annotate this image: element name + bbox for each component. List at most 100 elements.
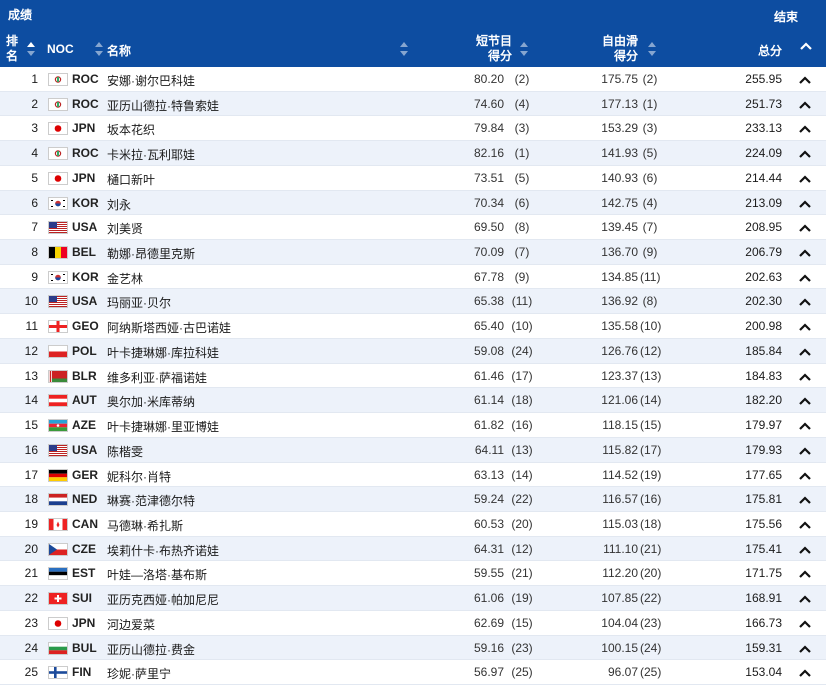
athlete-name-link[interactable]: 刘美贤 [107, 220, 143, 237]
table-row[interactable]: 22 SUI 亚历克西娅·帕加尼尼 61.06 (19) 107.85 (22) 168.91 [0, 586, 826, 611]
athlete-name-link[interactable]: 妮科尔·肖特 [107, 468, 171, 485]
table-row[interactable]: 5 JPN 樋口新叶 73.51 (5) 140.93 (6) 214.44 [0, 166, 826, 191]
sort-rank-icon[interactable] [27, 42, 35, 56]
sort-short-program-icon[interactable] [520, 42, 528, 56]
athlete-name-link[interactable]: 亚历克西娅·帕加尼尼 [107, 591, 219, 608]
chevron-up-icon[interactable] [799, 198, 811, 208]
chevron-up-icon[interactable] [799, 123, 811, 134]
table-row[interactable]: 2 ROC 亚历山德拉·特鲁索娃 74.60 (4) 177.13 (1) 251.73 [0, 91, 826, 117]
column-header-free-skating[interactable]: 自由滑得分 [598, 34, 638, 64]
athlete-name-link[interactable]: 珍妮·萨里宁 [107, 665, 171, 682]
athlete-name-link[interactable]: 勒娜·昂德里克斯 [107, 245, 195, 262]
usa-flag-icon [48, 221, 68, 235]
chevron-up-icon[interactable] [799, 321, 811, 331]
chevron-up-icon[interactable] [799, 593, 811, 603]
noc-cell: AUT [72, 393, 97, 408]
table-row[interactable]: 18 NED 琳赛·范津德尔特 59.24 (22) 116.57 (16) 175.81 [0, 487, 826, 512]
chevron-up-icon[interactable] [799, 470, 811, 480]
table-row[interactable]: 19 CAN 马德琳·希扎斯 60.53 (20) 115.03 (18) 175.56 [0, 512, 826, 537]
free-skating-rank: (9) [642, 245, 658, 260]
total-score: 182.20 [745, 393, 782, 408]
chevron-up-icon[interactable] [799, 74, 811, 84]
chevron-up-icon[interactable] [799, 148, 811, 158]
column-header-short-program[interactable]: 短节目得分 [472, 34, 512, 64]
short-program-score: 61.82 [473, 418, 504, 433]
table-row[interactable]: 12 POL 叶卡捷琳娜·库拉科娃 59.08 (24) 126.76 (12) 185.84 [0, 338, 826, 364]
chevron-up-icon[interactable] [799, 643, 811, 653]
column-header-name[interactable]: 名称 [107, 42, 131, 59]
column-header-noc[interactable]: NOC [47, 42, 74, 56]
athlete-name-link[interactable]: 叶娃—洛塔·基布斯 [107, 566, 207, 583]
table-row[interactable]: 1 ROC 安娜·谢尔巴科娃 80.20 (2) 175.75 (2) 255.95 [0, 67, 826, 92]
chevron-up-icon[interactable] [799, 568, 811, 579]
sort-free-skating-icon[interactable] [648, 42, 656, 56]
chevron-up-icon[interactable] [799, 544, 811, 554]
table-row[interactable]: 6 KOR 刘永 70.34 (6) 142.75 (4) 213.09 [0, 190, 826, 216]
short-program-rank: (23) [511, 640, 533, 655]
sort-name-icon[interactable] [400, 42, 408, 56]
table-row[interactable]: 24 BUL 亚历山德拉·费金 59.16 (23) 100.15 (24) 159.31 [0, 635, 826, 661]
athlete-name-link[interactable]: 马德琳·希扎斯 [107, 517, 183, 534]
table-row[interactable]: 9 KOR 金艺林 67.78 (9) 134.85 (11) 202.63 [0, 265, 826, 290]
athlete-name-link[interactable]: 阿纳斯塔西娅·古巴诺娃 [107, 319, 231, 336]
table-row[interactable]: 8 BEL 勒娜·昂德里克斯 70.09 (7) 136.70 (9) 206.79 [0, 240, 826, 265]
table-row[interactable]: 14 AUT 奥尔加·米库蒂纳 61.14 (18) 121.06 (14) 182.20 [0, 388, 826, 414]
athlete-name-link[interactable]: 玛丽亚·贝尔 [107, 294, 171, 311]
athlete-name-link[interactable]: 埃莉什卡·布热齐诺娃 [107, 542, 219, 559]
athlete-name-link[interactable]: 维多利亚·萨福诺娃 [107, 369, 207, 386]
table-row[interactable]: 15 AZE 叶卡捷琳娜·里亚博娃 61.82 (16) 118.15 (15) 179.97 [0, 413, 826, 438]
chevron-up-icon[interactable] [799, 667, 811, 678]
free-skating-rank: (24) [640, 640, 662, 655]
table-row[interactable]: 3 JPN 坂本花织 79.84 (3) 153.29 (3) 233.13 [0, 116, 826, 142]
athlete-name-link[interactable]: 亚历山德拉·特鲁索娃 [107, 97, 219, 114]
sort-noc-icon[interactable] [95, 42, 103, 56]
table-row[interactable]: 7 USA 刘美贤 69.50 (8) 139.45 (7) 208.95 [0, 215, 826, 241]
chevron-up-icon[interactable] [799, 371, 811, 381]
table-row[interactable]: 10 USA 玛丽亚·贝尔 65.38 (11) 136.92 (8) 202.30 [0, 289, 826, 315]
column-header-total[interactable]: 总分 [740, 42, 782, 59]
table-row[interactable]: 23 JPN 河边爱菜 62.69 (15) 104.04 (23) 166.73 [0, 611, 826, 636]
chevron-up-icon[interactable] [799, 296, 811, 307]
chevron-up-icon[interactable] [799, 494, 811, 504]
blr-flag-icon [48, 369, 68, 383]
table-row[interactable]: 25 FIN 珍妮·萨里宁 56.97 (25) 96.07 (25) 153.04 [0, 660, 826, 685]
chevron-up-icon[interactable] [799, 173, 811, 183]
free-skating-score: 135.58 [601, 319, 638, 334]
table-row[interactable]: 20 CZE 埃莉什卡·布热齐诺娃 64.31 (12) 111.10 (21) 175.41 [0, 536, 826, 562]
table-row[interactable]: 17 GER 妮科尔·肖特 63.13 (14) 114.52 (19) 177.65 [0, 463, 826, 488]
athlete-name-link[interactable]: 琳赛·范津德尔特 [107, 492, 195, 509]
chevron-up-icon[interactable] [799, 247, 811, 257]
short-program-rank: (4) [514, 96, 530, 111]
chevron-up-icon[interactable] [799, 395, 811, 406]
table-row[interactable]: 4 ROC 卡米拉·瓦利耶娃 82.16 (1) 141.93 (5) 224.09 [0, 141, 826, 166]
chevron-up-icon[interactable] [799, 99, 811, 109]
athlete-name-link[interactable]: 叶卡捷琳娜·库拉科娃 [107, 344, 219, 361]
athlete-name-link[interactable]: 亚历山德拉·费金 [107, 641, 195, 658]
athlete-name-link[interactable]: 叶卡捷琳娜·里亚博娃 [107, 418, 219, 435]
chevron-up-icon[interactable] [799, 272, 811, 282]
rank-cell: 11 [25, 319, 38, 334]
table-row[interactable]: 16 USA 陈楷雯 64.11 (13) 115.82 (17) 179.93 [0, 437, 826, 463]
athlete-name-link[interactable]: 安娜·谢尔巴科娃 [107, 72, 195, 89]
table-row[interactable]: 11 GEO 阿纳斯塔西娅·古巴诺娃 65.40 (10) 135.58 (10) 200.9… [0, 314, 826, 339]
end-button[interactable]: 结束 [774, 8, 798, 25]
column-header-rank[interactable]: 排名 [4, 34, 20, 64]
chevron-up-icon[interactable] [799, 346, 811, 356]
chevron-up-icon[interactable] [799, 445, 811, 455]
athlete-name-link[interactable]: 河边爱菜 [107, 616, 155, 633]
chevron-up-icon[interactable] [799, 519, 811, 529]
table-row[interactable]: 13 BLR 维多利亚·萨福诺娃 61.46 (17) 123.37 (13) 184.83 [0, 364, 826, 389]
chevron-up-icon[interactable] [799, 618, 811, 628]
athlete-name-link[interactable]: 卡米拉·瓦利耶娃 [107, 146, 195, 163]
athlete-name-link[interactable]: 刘永 [107, 196, 131, 213]
athlete-name-link[interactable]: 陈楷雯 [107, 443, 143, 460]
chevron-up-icon[interactable] [799, 222, 811, 233]
athlete-name-link[interactable]: 樋口新叶 [107, 171, 155, 188]
athlete-name-link[interactable]: 奥尔加·米库蒂纳 [107, 393, 195, 410]
athlete-name-link[interactable]: 坂本花织 [107, 121, 155, 138]
table-row[interactable]: 21 EST 叶娃—洛塔·基布斯 59.55 (21) 112.20 (20) 171.75 [0, 561, 826, 587]
collapse-all-icon[interactable] [800, 40, 812, 54]
free-skating-score: 115.82 [602, 442, 638, 457]
athlete-name-link[interactable]: 金艺林 [107, 270, 143, 287]
chevron-up-icon[interactable] [799, 420, 811, 430]
